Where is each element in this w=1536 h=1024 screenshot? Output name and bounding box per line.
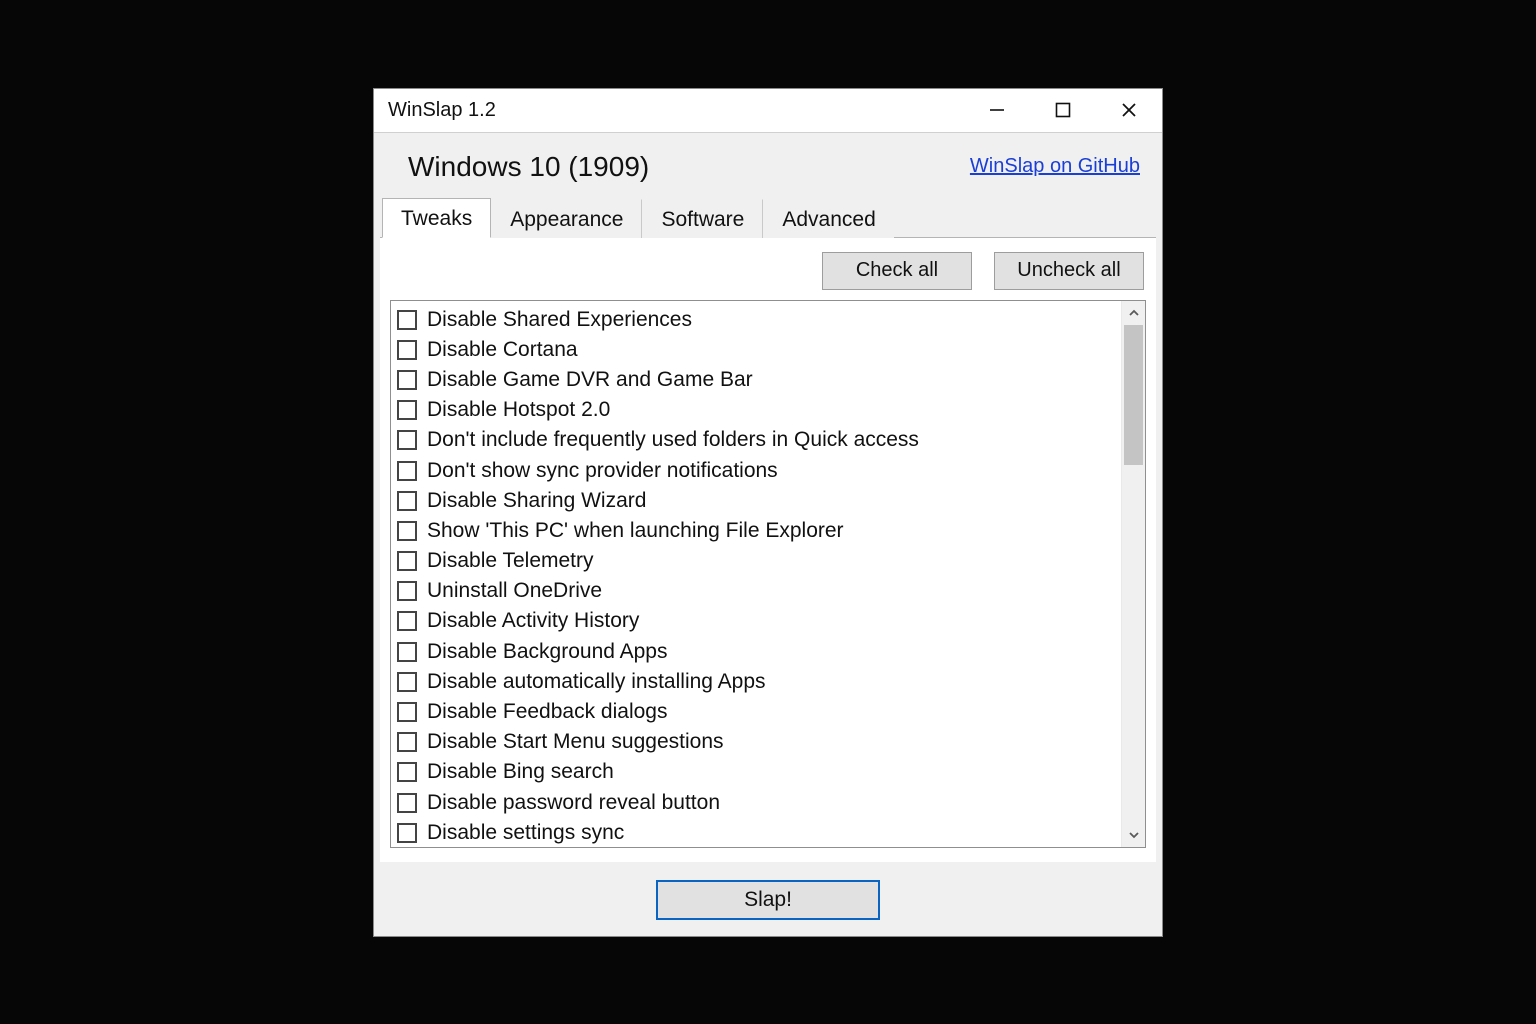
tweak-row[interactable]: Disable Activity History	[397, 606, 1117, 636]
close-icon	[1120, 101, 1138, 119]
scroll-down-arrow[interactable]	[1122, 823, 1146, 847]
tweak-checkbox[interactable]	[397, 793, 417, 813]
chevron-up-icon	[1128, 307, 1140, 319]
scroll-thumb[interactable]	[1124, 325, 1143, 465]
tweaks-list: Disable Shared Experiences Disable Cortan…	[391, 301, 1121, 847]
tweak-label: Disable Sharing Wizard	[427, 489, 646, 513]
maximize-button[interactable]	[1030, 88, 1096, 132]
tab-tweaks[interactable]: Tweaks	[382, 198, 491, 238]
tweak-checkbox[interactable]	[397, 551, 417, 571]
tweaks-list-box: Disable Shared Experiences Disable Cortan…	[390, 300, 1146, 848]
tab-advanced[interactable]: Advanced	[763, 199, 893, 238]
tweak-row[interactable]: Disable Bing search	[397, 757, 1117, 787]
github-link[interactable]: WinSlap on GitHub	[970, 155, 1140, 178]
tweak-row[interactable]: Don't show sync provider notifications	[397, 455, 1117, 485]
bulk-actions: Check all Uncheck all	[390, 248, 1146, 300]
close-button[interactable]	[1096, 88, 1162, 132]
tweak-checkbox[interactable]	[397, 762, 417, 782]
uncheck-all-button[interactable]: Uncheck all	[994, 252, 1144, 290]
scrollbar[interactable]	[1121, 301, 1145, 847]
tweak-label: Disable Cortana	[427, 338, 578, 362]
tweak-label: Disable settings sync	[427, 821, 624, 845]
tweak-label: Disable password reveal button	[427, 791, 720, 815]
tweak-label: Disable Telemetry	[427, 549, 594, 573]
titlebar: WinSlap 1.2	[374, 89, 1162, 133]
tweak-label: Disable automatically installing Apps	[427, 670, 766, 694]
tweak-checkbox[interactable]	[397, 310, 417, 330]
tweak-checkbox[interactable]	[397, 611, 417, 631]
tweak-checkbox[interactable]	[397, 400, 417, 420]
tweak-label: Disable Activity History	[427, 609, 639, 633]
tweak-checkbox[interactable]	[397, 672, 417, 692]
app-window: WinSlap 1.2 Windows 10 (1909) WinSlap on…	[373, 88, 1163, 937]
os-version: Windows 10 (1909)	[408, 151, 649, 183]
tweak-row[interactable]: Disable Hotspot 2.0	[397, 395, 1117, 425]
tweak-checkbox[interactable]	[397, 340, 417, 360]
tweak-row[interactable]: Show 'This PC' when launching File Explo…	[397, 516, 1117, 546]
tab-appearance[interactable]: Appearance	[491, 199, 642, 238]
tweak-label: Disable Start Menu suggestions	[427, 730, 724, 754]
tweak-checkbox[interactable]	[397, 461, 417, 481]
tweak-row[interactable]: Disable Feedback dialogs	[397, 697, 1117, 727]
tweak-label: Don't include frequently used folders in…	[427, 428, 919, 452]
tweak-row[interactable]: Disable automatically installing Apps	[397, 667, 1117, 697]
tab-content: Check all Uncheck all Disable Shared Exp…	[380, 237, 1156, 862]
tweak-checkbox[interactable]	[397, 430, 417, 450]
tab-bar: Tweaks Appearance Software Advanced	[374, 197, 1162, 237]
tweak-label: Disable Bing search	[427, 760, 614, 784]
tweak-label: Uninstall OneDrive	[427, 579, 602, 603]
tweak-label: Show 'This PC' when launching File Explo…	[427, 519, 844, 543]
tab-software[interactable]: Software	[642, 199, 763, 238]
tweak-checkbox[interactable]	[397, 823, 417, 843]
tweak-row[interactable]: Disable Background Apps	[397, 637, 1117, 667]
tweak-row[interactable]: Disable settings sync	[397, 818, 1117, 847]
tweak-checkbox[interactable]	[397, 702, 417, 722]
maximize-icon	[1055, 102, 1071, 118]
footer: Slap!	[374, 868, 1162, 936]
minimize-icon	[988, 101, 1006, 119]
tweak-checkbox[interactable]	[397, 521, 417, 541]
tweak-row[interactable]: Disable Cortana	[397, 335, 1117, 365]
tweak-row[interactable]: Disable Telemetry	[397, 546, 1117, 576]
tweak-row[interactable]: Disable Sharing Wizard	[397, 486, 1117, 516]
minimize-button[interactable]	[964, 88, 1030, 132]
scroll-track[interactable]	[1122, 325, 1145, 823]
check-all-button[interactable]: Check all	[822, 252, 972, 290]
tweak-checkbox[interactable]	[397, 370, 417, 390]
tweak-label: Don't show sync provider notifications	[427, 459, 778, 483]
tweak-row[interactable]: Disable Shared Experiences	[397, 305, 1117, 335]
tweak-row[interactable]: Disable Start Menu suggestions	[397, 727, 1117, 757]
window-title: WinSlap 1.2	[388, 99, 496, 122]
tweak-row[interactable]: Disable Game DVR and Game Bar	[397, 365, 1117, 395]
tweak-checkbox[interactable]	[397, 642, 417, 662]
tweak-checkbox[interactable]	[397, 581, 417, 601]
tweak-label: Disable Hotspot 2.0	[427, 398, 610, 422]
tweak-label: Disable Shared Experiences	[427, 308, 692, 332]
slap-button[interactable]: Slap!	[656, 880, 880, 920]
tweak-checkbox[interactable]	[397, 732, 417, 752]
tweak-checkbox[interactable]	[397, 491, 417, 511]
tweak-row[interactable]: Disable password reveal button	[397, 788, 1117, 818]
tweak-label: Disable Game DVR and Game Bar	[427, 368, 753, 392]
header: Windows 10 (1909) WinSlap on GitHub	[374, 133, 1162, 197]
scroll-up-arrow[interactable]	[1122, 301, 1146, 325]
tweak-row[interactable]: Uninstall OneDrive	[397, 576, 1117, 606]
tweak-row[interactable]: Don't include frequently used folders in…	[397, 425, 1117, 455]
chevron-down-icon	[1128, 829, 1140, 841]
tweak-label: Disable Feedback dialogs	[427, 700, 667, 724]
tweak-label: Disable Background Apps	[427, 640, 668, 664]
